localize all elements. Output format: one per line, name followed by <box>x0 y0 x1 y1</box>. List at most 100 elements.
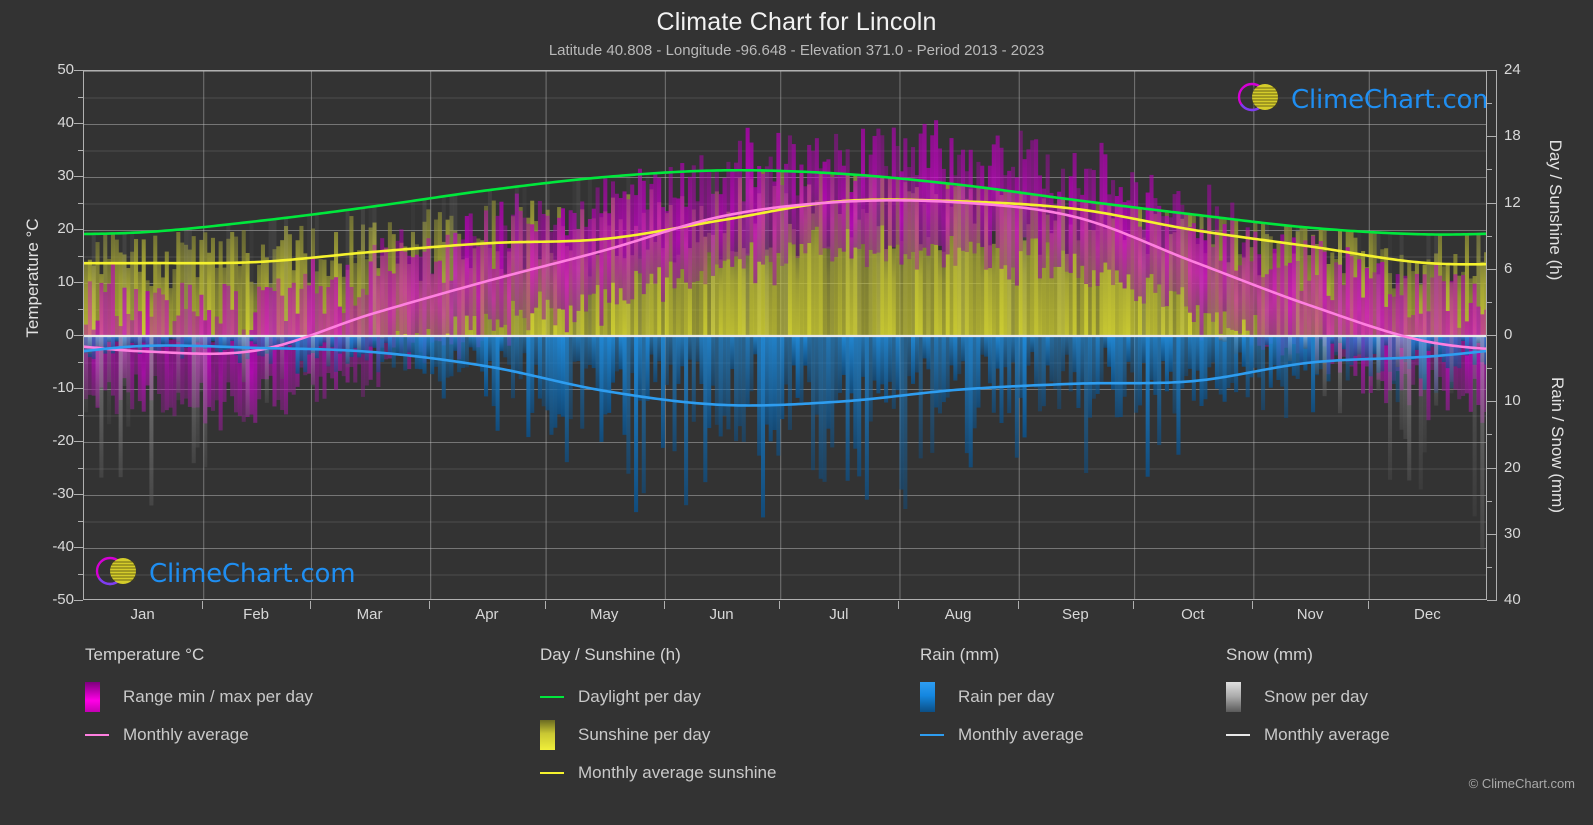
y-axis-left-minor-tickmark <box>78 255 83 257</box>
legend-group-1: Day / Sunshine (h) Daylight per day Sunshi… <box>540 645 776 792</box>
x-axis-tickmark <box>429 601 431 609</box>
y-axis-left-minor-tickmark <box>78 520 83 522</box>
y-axis-right-top-tick-label: 18 <box>1504 127 1521 145</box>
legend-swatch-box <box>540 720 555 750</box>
legend-item[interactable]: Snow per day <box>1226 678 1390 716</box>
y-axis-left-minor-tickmark <box>78 96 83 98</box>
x-axis-tick-label-jul: Jul <box>829 606 849 623</box>
legend-swatch-line <box>1226 734 1250 736</box>
legend-item[interactable]: Monthly average <box>85 716 313 754</box>
chart-legend: Temperature °C Range min / max per day Mon… <box>0 645 1593 825</box>
watermark-logo-top: ClimeChart.com <box>1235 79 1486 120</box>
legend-item-label: Daylight per day <box>578 687 701 706</box>
x-axis-tick-label-sep: Sep <box>1062 606 1089 623</box>
legend-group-title: Snow (mm) <box>1226 645 1313 664</box>
y-axis-right-bottom-minor-tickmark <box>1487 500 1492 502</box>
climechart-logo-icon <box>93 553 145 594</box>
watermark-logo-text: ClimeChart.com <box>149 558 356 589</box>
legend-swatch-box <box>85 682 100 712</box>
watermark-logo-bottom: ClimeChart.com <box>93 553 356 594</box>
legend-item-label: Monthly average <box>1264 725 1390 744</box>
x-axis-tick-label-apr: Apr <box>475 606 499 623</box>
page-subtitle: Latitude 40.808 - Longitude -96.648 - El… <box>548 42 1045 59</box>
y-axis-left-minor-tickmark <box>78 149 83 151</box>
legend-item[interactable]: Monthly average <box>1226 716 1390 754</box>
y-axis-left-minor-tickmark <box>78 361 83 363</box>
y-axis-left-tickmark <box>74 388 83 389</box>
y-axis-left-tick-label: 0 <box>65 326 74 343</box>
legend-group-2: Rain (mm) Rain per day Monthly average <box>920 645 1084 754</box>
x-axis-tick-label-mar: Mar <box>356 606 383 623</box>
y-axis-left-tickmark <box>74 123 83 124</box>
x-axis-tick-label-jun: Jun <box>709 606 734 623</box>
y-axis-left-tickmark <box>74 494 83 495</box>
right-axis-line <box>1496 70 1497 601</box>
y-axis-right-bottom-tickmark <box>1487 467 1496 469</box>
y-axis-left-tick-label: 50 <box>57 61 74 78</box>
y-axis-left-tick-label: -10 <box>52 379 74 396</box>
y-axis-right-bottom-tick-label: 30 <box>1504 524 1521 542</box>
y-axis-right-bottom-tick-label: 10 <box>1504 392 1521 410</box>
x-axis-tick-label-feb: Feb <box>243 606 270 623</box>
y-axis-left-tickmark <box>74 229 83 230</box>
x-axis-tickmark <box>898 601 900 609</box>
x-axis-tick-label-dec: Dec <box>1414 606 1441 623</box>
x-axis-tickmark <box>202 601 204 609</box>
y-axis-left-tickmark <box>74 547 83 548</box>
y-axis-left-minor-tickmark <box>78 202 83 204</box>
y-axis-left-tick-label: -20 <box>52 432 74 449</box>
y-axis-right-top-tick-label: 6 <box>1504 259 1513 277</box>
y-axis-left-tick-label: -30 <box>52 485 74 502</box>
y-axis-right-top-tickmark <box>1487 268 1496 270</box>
y-axis-right-top-minor-tickmark <box>1487 235 1492 237</box>
y-axis-left-tick-label: 10 <box>57 273 74 290</box>
y-axis-right-bottom-tickmark <box>1487 600 1496 601</box>
legend-group-title: Rain (mm) <box>920 645 1000 664</box>
y-axis-left-tick-label: 30 <box>57 167 74 184</box>
page-title: Climate Chart for Lincoln <box>656 8 937 36</box>
legend-item[interactable]: Daylight per day <box>540 678 776 716</box>
copyright-text: © ClimeChart.com <box>1468 776 1575 791</box>
chart-canvas <box>84 71 1486 599</box>
legend-item[interactable]: Monthly average <box>920 716 1084 754</box>
x-axis-tick-label-may: May <box>590 606 619 623</box>
y-axis-left-tickmark <box>74 176 83 177</box>
y-axis-right-bottom-tickmark <box>1487 401 1496 403</box>
climechart-logo-icon <box>1235 79 1287 120</box>
legend-swatch-line <box>85 734 109 736</box>
legend-item[interactable]: Rain per day <box>920 678 1084 716</box>
y-axis-left-tickmark <box>74 441 83 442</box>
y-axis-left-minor-tickmark <box>78 414 83 416</box>
y-axis-right-top-tickmark <box>1487 136 1496 138</box>
y-axis-left-minor-tickmark <box>78 573 83 575</box>
chart-plot-area: ClimeChart.com ClimeChart.com <box>83 70 1487 600</box>
y-axis-right-top-tick-label: 12 <box>1504 193 1521 211</box>
climate-chart-page: Climate Chart for Lincoln Latitude 40.80… <box>0 0 1593 825</box>
y-axis-right-top-tickmark <box>1487 70 1496 71</box>
legend-swatch-line <box>540 696 564 698</box>
y-axis-left-tickmark <box>74 282 83 283</box>
legend-item-label: Monthly average sunshine <box>578 763 777 782</box>
legend-item[interactable]: Range min / max per day <box>85 678 313 716</box>
x-axis-tickmark <box>544 601 546 609</box>
x-axis-tickmark <box>1367 601 1369 609</box>
chart-series-layer <box>84 120 1486 550</box>
y-axis-right-bottom-tickmark <box>1487 533 1496 535</box>
legend-swatch-box <box>1226 682 1241 712</box>
legend-item[interactable]: Monthly average sunshine <box>540 754 776 792</box>
legend-item-label: Monthly average <box>123 725 249 744</box>
y-axis-left-tickmark <box>74 70 83 71</box>
y-axis-left-tick-label: -40 <box>52 538 74 555</box>
y-axis-right-top-minor-tickmark <box>1487 169 1492 171</box>
y-axis-right-bottom-tick-label: 40 <box>1504 591 1521 608</box>
x-axis-tickmark <box>779 601 781 609</box>
y-axis-right-bottom-minor-tickmark <box>1487 368 1492 370</box>
y-axis-left-tick-label: -50 <box>52 591 74 608</box>
y-axis-right-bottom-label: Rain / Snow (mm) <box>1548 376 1567 514</box>
y-axis-right-top-tickmark <box>1487 202 1496 204</box>
legend-group-title: Day / Sunshine (h) <box>540 645 681 664</box>
legend-swatch-line <box>920 734 944 736</box>
x-axis-tick-label-oct: Oct <box>1181 606 1205 623</box>
legend-item[interactable]: Sunshine per day <box>540 716 776 754</box>
legend-group-3: Snow (mm) Snow per day Monthly average <box>1226 645 1390 754</box>
